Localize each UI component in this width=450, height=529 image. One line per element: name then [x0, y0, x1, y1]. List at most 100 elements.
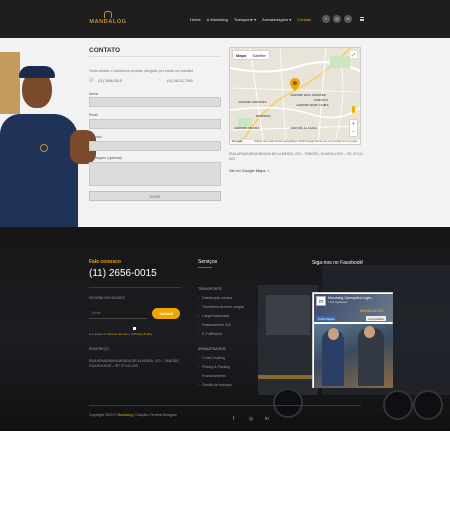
facebook-followers: 1.012 seguidores — [328, 301, 348, 304]
nav-transporte[interactable]: Transporte ▾ — [234, 17, 256, 22]
services-heading: TRANSPORTE — [198, 287, 222, 291]
service-link[interactable]: › Cross Docking — [198, 356, 225, 360]
terms-link[interactable]: Termos de Uso — [107, 332, 127, 336]
map-mode-button[interactable]: Mapa — [233, 51, 249, 59]
logo-mark-icon — [104, 11, 112, 18]
contact-title: CONTATO — [89, 47, 121, 54]
map-label: JARDIM ALFAMA — [290, 126, 318, 130]
google-maps-link[interactable]: Ver no Google Maps ➜ — [229, 168, 270, 173]
map-footer: Atalhos do teclado Dados cartográficos ©… — [230, 140, 360, 144]
chevron-right-icon: › — [198, 356, 200, 360]
contact-section — [0, 38, 450, 227]
chevron-right-icon: › — [198, 305, 200, 309]
facebook-post-photo[interactable] — [314, 324, 393, 388]
brand-link[interactable]: Mandalog — [117, 413, 132, 417]
footer-phone[interactable]: (11) 2656-0015 — [89, 268, 157, 279]
logo-text: MANDALOG — [89, 19, 127, 25]
message-label: Mensagem (optional) — [89, 156, 122, 160]
site-footer: Fale conosco (11) 2656-0015 RECEBA NOVID… — [0, 227, 450, 431]
service-link[interactable]: › Carga fracionada — [198, 314, 229, 318]
instagram-icon[interactable]: ◎ — [249, 416, 253, 422]
consent-text: Li e aceito os Termos de Uso e a Privacy… — [89, 332, 153, 336]
page-logo-icon: m — [316, 296, 326, 306]
contact-address: RUA ARMANDINA BRAGA DE ALMEIDA, 470 – TA… — [229, 152, 364, 161]
divider — [89, 287, 181, 288]
nav-contato[interactable]: Contato — [297, 17, 311, 22]
email-input[interactable] — [89, 119, 221, 129]
whatsapp-icon: ◌ — [158, 78, 162, 84]
services-divider — [198, 267, 212, 268]
delivery-man-image — [0, 52, 102, 227]
nav-home[interactable]: Home — [190, 17, 201, 22]
services-heading: ARMAZENAGEM — [198, 347, 226, 351]
google-logo: Google — [232, 139, 243, 143]
chevron-right-icon: › — [198, 296, 200, 300]
map-pin-icon[interactable] — [290, 78, 300, 91]
facebook-like-button[interactable]: Curtir Página — [316, 316, 337, 321]
phone-contact-2[interactable]: ◌ (11) 96121-7993 — [158, 78, 193, 84]
privacy-link[interactable]: Privacy Policy — [134, 332, 153, 336]
footer-address: RUA ARMANDINA BRAGA DE ALMEIDA, 470 – TA… — [89, 359, 180, 368]
email-label: Email — [89, 113, 98, 117]
talk-title: Fale conosco — [89, 259, 121, 265]
phone-contact-1[interactable]: ✆ (11) 2656-0015 — [89, 78, 122, 84]
linkedin-icon[interactable]: in — [265, 416, 269, 422]
instagram-icon[interactable]: ◎ — [333, 15, 341, 23]
hamburger-menu-icon[interactable] — [360, 17, 364, 22]
chevron-right-icon: › — [198, 374, 200, 378]
newsletter-label: RECEBA NOVIDADES — [89, 296, 125, 300]
facebook-icon[interactable]: f — [233, 416, 234, 422]
facebook-icon[interactable]: f — [322, 15, 330, 23]
map-label: JARDIM ADRIANA — [238, 100, 267, 104]
chevron-right-icon: › — [198, 365, 200, 369]
service-link[interactable]: › Distribuição urbana — [198, 296, 232, 300]
name-label: Nome — [89, 92, 99, 96]
name-input[interactable] — [89, 97, 221, 107]
title-divider — [89, 56, 221, 57]
main-nav: Home A Mandalog Transporte ▾ Armazenagem… — [190, 17, 311, 22]
consent-checkbox[interactable] — [133, 327, 136, 330]
map-label: MORROS — [256, 114, 271, 118]
map-label: JARDIM ARARA — [234, 126, 260, 130]
services-title: Serviços — [198, 259, 218, 265]
satellite-mode-button[interactable]: Satélite — [249, 51, 268, 59]
header-social: f ◎ in — [322, 15, 352, 23]
service-link[interactable]: › Rastreamento 24h — [198, 323, 231, 327]
service-link[interactable]: › Gestão de estoque — [198, 383, 232, 387]
mandalog-logo[interactable]: MANDALOG — [88, 11, 128, 27]
chevron-right-icon: › — [198, 314, 200, 318]
subject-input[interactable] — [89, 141, 221, 151]
subject-label: Assunto — [89, 135, 102, 139]
message-textarea[interactable] — [89, 162, 221, 186]
facebook-cover: m Mandalog Operações Logís... 1.012 segu… — [314, 294, 393, 322]
nav-armazenagem[interactable]: Armazenagem ▾ — [262, 17, 291, 22]
facebook-share-button[interactable]: Compartilhar — [366, 316, 387, 321]
site-header: MANDALOG Home A Mandalog Transporte ▾ Ar… — [0, 0, 450, 38]
address-label: ENDEREÇO — [89, 347, 109, 351]
fullscreen-icon[interactable]: ⤢ — [350, 51, 357, 58]
street-view-icon[interactable] — [352, 106, 355, 113]
service-link[interactable]: › Picking & Packing — [198, 365, 230, 369]
newsletter-email-input[interactable]: Email — [89, 308, 147, 319]
chevron-right-icon: › — [198, 332, 200, 336]
map-type-toggle: Mapa Satélite — [233, 51, 269, 59]
service-link[interactable]: › E-Fulfillment — [198, 332, 222, 336]
nav-a-mandalog[interactable]: A Mandalog — [207, 17, 228, 22]
submit-button[interactable]: ENVIE — [89, 191, 221, 201]
map-label: TABOÃO — [314, 98, 328, 102]
newsletter-submit-button[interactable]: Submit — [152, 308, 180, 319]
chevron-right-icon: › — [198, 323, 200, 327]
footer-divider — [89, 405, 361, 406]
map-label: JARDIM BOM CLIMA — [296, 103, 329, 107]
service-link[interactable]: › Fracionamento — [198, 374, 226, 378]
contact-intro: Tente contato e iniciarmos prontos, obri… — [89, 69, 194, 73]
chevron-right-icon: › — [198, 383, 200, 387]
facebook-brand: MANDALOG — [360, 308, 384, 313]
facebook-page-widget[interactable]: m Mandalog Operações Logís... 1.012 segu… — [312, 292, 393, 388]
service-link[interactable]: › Transferência entre cargas — [198, 305, 244, 309]
google-map[interactable]: Mapa Satélite ⤢ JARDIM ADRIANA JARDIM BO… — [229, 47, 361, 145]
map-label: JARDIM DOS AMORES — [290, 93, 327, 97]
map-zoom-control[interactable]: + − — [350, 120, 357, 136]
linkedin-icon[interactable]: in — [344, 15, 352, 23]
facebook-page-name[interactable]: Mandalog Operações Logís... — [328, 296, 374, 300]
